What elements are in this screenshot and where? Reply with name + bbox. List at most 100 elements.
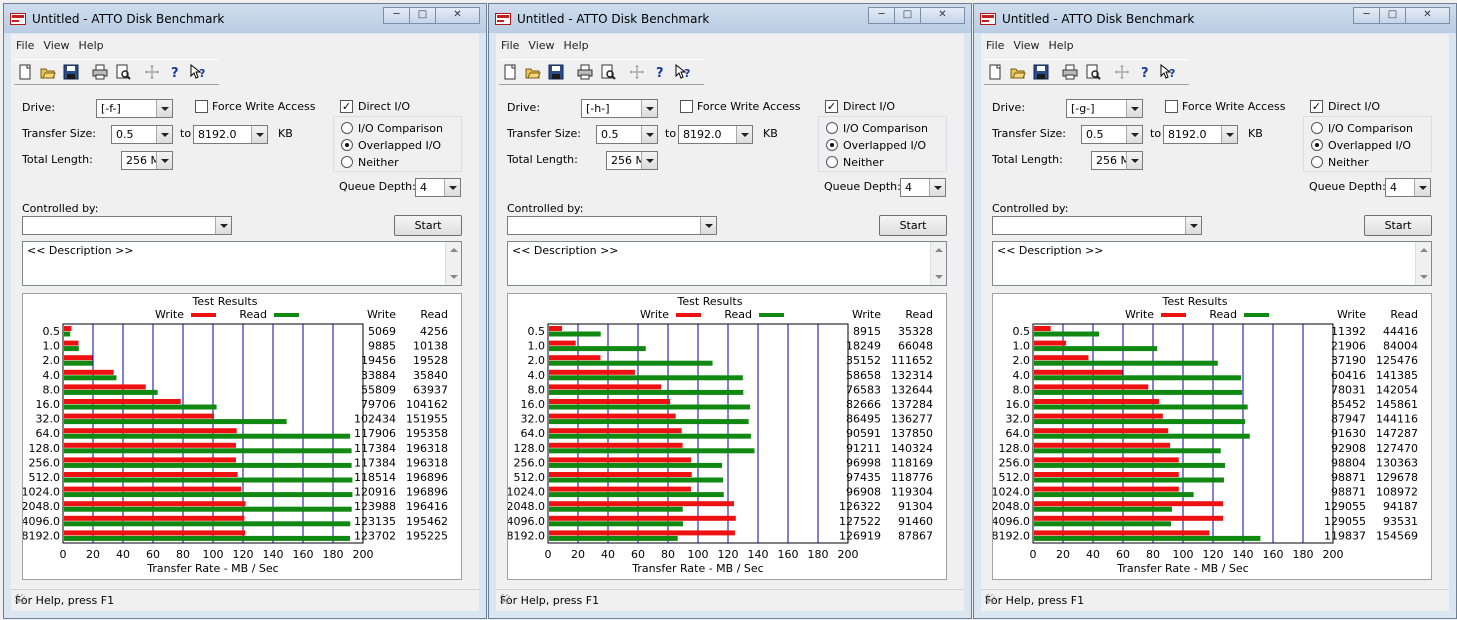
chevron-down-icon[interactable] — [156, 126, 172, 143]
minimize-button[interactable]: ─ — [383, 7, 410, 24]
overlapped-io-radio[interactable] — [826, 139, 838, 151]
transfer-size-to-select[interactable]: 8192.0 — [678, 125, 753, 144]
chevron-down-icon[interactable] — [1126, 100, 1142, 117]
neither-radio[interactable] — [341, 156, 353, 168]
menu-file[interactable]: File — [501, 36, 519, 56]
chevron-down-icon[interactable] — [736, 126, 752, 143]
queue-depth-select[interactable]: 4 — [415, 178, 461, 197]
neither-radio[interactable] — [826, 156, 838, 168]
help-button[interactable]: ? — [1134, 61, 1156, 83]
queue-depth-select[interactable]: 4 — [1385, 178, 1431, 197]
move-button[interactable] — [626, 61, 648, 83]
controlled-by-select[interactable] — [22, 216, 232, 235]
description-box[interactable]: << Description >> — [22, 241, 462, 286]
title-bar[interactable]: Untitled - ATTO Disk Benchmark ─ □ ✕ — [4, 4, 486, 33]
start-button[interactable]: Start — [879, 215, 947, 236]
overlapped-io-radio[interactable] — [341, 139, 353, 151]
direct-io-checkbox[interactable]: ✓ — [340, 100, 353, 113]
maximize-button[interactable]: □ — [894, 7, 921, 24]
context-help-button[interactable]: ? — [1157, 61, 1179, 83]
title-bar[interactable]: Untitled - ATTO Disk Benchmark ─ □ ✕ — [974, 4, 1456, 33]
chevron-down-icon[interactable] — [215, 217, 231, 234]
scroll-down-arrow-icon[interactable] — [935, 275, 943, 279]
menu-file[interactable]: File — [986, 36, 1004, 56]
print-button[interactable] — [1059, 61, 1081, 83]
scroll-down-arrow-icon[interactable] — [450, 275, 458, 279]
move-button[interactable] — [141, 61, 163, 83]
save-button[interactable] — [1030, 61, 1052, 83]
transfer-size-from-select[interactable]: 0.5 — [1081, 125, 1143, 144]
chevron-down-icon[interactable] — [641, 100, 657, 117]
transfer-size-to-select[interactable]: 8192.0 — [1163, 125, 1238, 144]
help-button[interactable]: ? — [164, 61, 186, 83]
direct-io-checkbox[interactable]: ✓ — [825, 100, 838, 113]
chevron-down-icon[interactable] — [251, 126, 267, 143]
save-button[interactable] — [60, 61, 82, 83]
direct-io-checkbox[interactable]: ✓ — [1310, 100, 1323, 113]
description-box[interactable]: << Description >> — [507, 241, 947, 286]
description-scrollbar[interactable] — [445, 242, 461, 285]
context-help-button[interactable]: ? — [187, 61, 209, 83]
new-button[interactable] — [984, 61, 1006, 83]
io-comparison-radio[interactable] — [1311, 122, 1323, 134]
transfer-size-to-select[interactable]: 8192.0 — [193, 125, 268, 144]
io-comparison-radio[interactable] — [341, 122, 353, 134]
chevron-down-icon[interactable] — [929, 179, 945, 196]
open-button[interactable] — [1007, 61, 1029, 83]
chevron-down-icon[interactable] — [1221, 126, 1237, 143]
resize-grip-icon[interactable] — [500, 594, 510, 604]
menu-help[interactable]: Help — [1049, 36, 1074, 56]
controlled-by-select[interactable] — [507, 216, 717, 235]
print-button[interactable] — [89, 61, 111, 83]
new-button[interactable] — [499, 61, 521, 83]
total-length-select[interactable]: 256 MB — [606, 151, 658, 170]
print-button[interactable] — [574, 61, 596, 83]
chevron-down-icon[interactable] — [1185, 217, 1201, 234]
description-scrollbar[interactable] — [930, 242, 946, 285]
chevron-down-icon[interactable] — [641, 126, 657, 143]
title-bar[interactable]: Untitled - ATTO Disk Benchmark ─ □ ✕ — [489, 4, 971, 33]
overlapped-io-radio[interactable] — [1311, 139, 1323, 151]
maximize-button[interactable]: □ — [1379, 7, 1406, 24]
menu-help[interactable]: Help — [79, 36, 104, 56]
drive-select[interactable]: [-g-] — [1066, 99, 1143, 118]
total-length-select[interactable]: 256 MB — [121, 151, 173, 170]
chevron-down-icon[interactable] — [1126, 126, 1142, 143]
chevron-down-icon[interactable] — [700, 217, 716, 234]
scroll-up-arrow-icon[interactable] — [1420, 248, 1428, 252]
scroll-up-arrow-icon[interactable] — [935, 248, 943, 252]
transfer-size-from-select[interactable]: 0.5 — [596, 125, 658, 144]
menu-view[interactable]: View — [43, 36, 69, 56]
close-button[interactable]: ✕ — [435, 7, 480, 24]
open-button[interactable] — [522, 61, 544, 83]
menu-file[interactable]: File — [16, 36, 34, 56]
description-box[interactable]: << Description >> — [992, 241, 1432, 286]
menu-view[interactable]: View — [1013, 36, 1039, 56]
move-button[interactable] — [1111, 61, 1133, 83]
resize-grip-icon[interactable] — [15, 594, 25, 604]
resize-grip-icon[interactable] — [985, 594, 995, 604]
start-button[interactable]: Start — [394, 215, 462, 236]
print-preview-button[interactable] — [112, 61, 134, 83]
controlled-by-select[interactable] — [992, 216, 1202, 235]
print-preview-button[interactable] — [597, 61, 619, 83]
chevron-down-icon[interactable] — [641, 152, 657, 169]
chevron-down-icon[interactable] — [156, 100, 172, 117]
chevron-down-icon[interactable] — [1414, 179, 1430, 196]
scroll-up-arrow-icon[interactable] — [450, 248, 458, 252]
close-button[interactable]: ✕ — [1405, 7, 1450, 24]
maximize-button[interactable]: □ — [409, 7, 436, 24]
queue-depth-select[interactable]: 4 — [900, 178, 946, 197]
drive-select[interactable]: [-f-] — [96, 99, 173, 118]
force-write-access-checkbox[interactable] — [680, 100, 693, 113]
minimize-button[interactable]: ─ — [1353, 7, 1380, 24]
save-button[interactable] — [545, 61, 567, 83]
start-button[interactable]: Start — [1364, 215, 1432, 236]
menu-view[interactable]: View — [528, 36, 554, 56]
scroll-down-arrow-icon[interactable] — [1420, 275, 1428, 279]
chevron-down-icon[interactable] — [444, 179, 460, 196]
force-write-access-checkbox[interactable] — [1165, 100, 1178, 113]
help-button[interactable]: ? — [649, 61, 671, 83]
neither-radio[interactable] — [1311, 156, 1323, 168]
context-help-button[interactable]: ? — [672, 61, 694, 83]
